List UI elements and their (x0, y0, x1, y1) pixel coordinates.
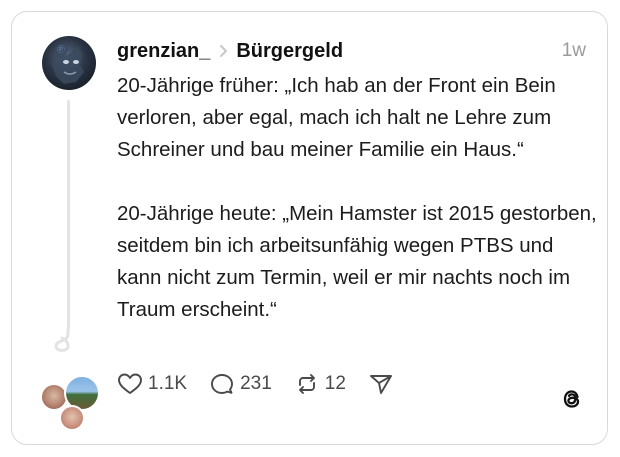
avatar[interactable]: Ⓟ (42, 36, 96, 90)
post-header: grenzian_ Bürgergeld 1w (117, 38, 586, 64)
reply-avatar[interactable] (59, 405, 85, 431)
avatar-artwork: Ⓟ (52, 44, 84, 84)
username-link[interactable]: grenzian_ (117, 40, 210, 63)
post-paragraph: 20-Jährige früher: „Ich hab an der Front… (117, 74, 556, 161)
like-count: 1.1K (148, 373, 188, 394)
action-bar: 1.1K 231 12 (117, 370, 421, 398)
thread-line (67, 100, 70, 330)
thread-loop-icon (54, 326, 70, 352)
repost-button[interactable]: 12 (294, 372, 346, 396)
svg-text:Ⓟ: Ⓟ (57, 45, 65, 54)
chevron-right-icon (219, 44, 228, 58)
share-button[interactable] (368, 372, 399, 396)
comment-icon (211, 374, 234, 394)
post-body: 20-Jährige früher: „Ich hab an der Front… (117, 70, 597, 326)
topic-link[interactable]: Bürgergeld (236, 40, 343, 63)
reply-count: 231 (240, 373, 272, 394)
threads-logo[interactable] (559, 386, 585, 412)
repost-count: 12 (324, 373, 346, 394)
reply-button[interactable]: 231 (209, 372, 272, 396)
post-paragraph: 20-Jährige heute: „Mein Hamster ist 2015… (117, 202, 597, 321)
post-timestamp[interactable]: 1w (562, 40, 586, 62)
send-icon (369, 375, 392, 394)
heart-icon (118, 373, 142, 394)
like-button[interactable]: 1.1K (117, 372, 187, 396)
repost-icon (298, 374, 315, 394)
